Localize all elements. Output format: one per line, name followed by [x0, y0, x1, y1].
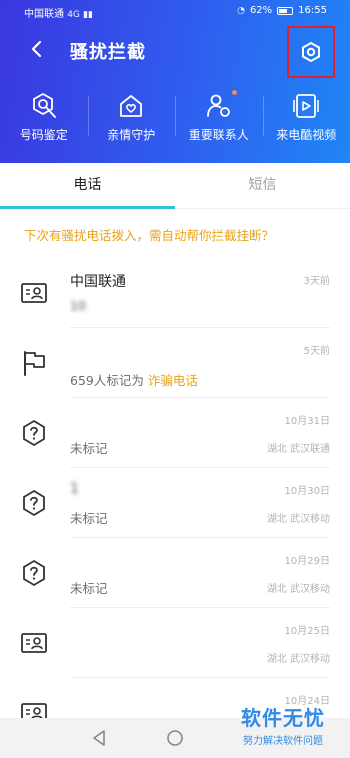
call-row[interactable]: 659人标记为 诈骗电话 5天前 — [0, 328, 350, 398]
tab-calls[interactable]: 电话 — [0, 163, 175, 209]
feature-family-guard[interactable]: 亲情守护 — [87, 88, 176, 150]
call-status: 未标记 — [70, 581, 108, 596]
watermark-subtitle: 努力解决软件问题 — [243, 736, 323, 747]
flag-icon — [24, 351, 45, 376]
battery-icon — [277, 6, 294, 15]
tab-sms[interactable]: 短信 — [175, 163, 350, 209]
feature-number-check[interactable]: 号码鉴定 — [0, 88, 88, 150]
call-row[interactable]: 10月25日 湖北 武汉移动 — [0, 608, 350, 678]
nav-back-icon[interactable] — [90, 728, 110, 748]
feature-label: 亲情守护 — [107, 128, 156, 142]
feature-call-video[interactable]: 来电酷视频 — [262, 88, 350, 150]
feature-label: 来电酷视频 — [276, 128, 337, 142]
number-check-icon — [32, 92, 56, 118]
call-time: 3天前 — [303, 276, 330, 287]
feature-important-contact[interactable]: 重要联系人 — [175, 88, 263, 150]
call-row[interactable]: 中国联通 10 3天前 — [0, 258, 350, 328]
contact-card-icon — [21, 633, 47, 653]
unknown-hexagon-icon — [23, 559, 45, 587]
call-location: 湖北 武汉联通 — [266, 444, 330, 455]
settings-hexagon-icon — [302, 41, 320, 63]
call-row[interactable]: 1 未标记 10月30日 湖北 武汉移动 — [0, 468, 350, 538]
feature-label: 重要联系人 — [188, 128, 249, 142]
mark-count: 659人标记为 — [70, 373, 144, 388]
notification-dot — [231, 90, 237, 95]
call-list: 中国联通 10 3天前 659人标记为 诈骗电话 5天前 未标记 10月31日 … — [0, 258, 350, 748]
call-mark-info: 659人标记为 诈骗电话 — [70, 370, 198, 389]
call-time: 10月29日 — [284, 556, 330, 567]
nav-home-icon[interactable] — [165, 728, 185, 748]
feature-bar: 号码鉴定 亲情守护 重要联系人 来电酷视频 — [0, 88, 350, 150]
watermark-title: 软件无忧 — [241, 706, 325, 730]
settings-button[interactable] — [287, 26, 335, 78]
call-location: 湖北 武汉移动 — [266, 514, 330, 525]
active-tab-indicator — [0, 206, 175, 209]
signal-icon: ▮▮ — [83, 10, 93, 20]
call-status: 未标记 — [70, 441, 108, 456]
header: 中国联通 4G ▮▮ ◔ 62% 16:55 骚扰拦截 号码鉴定 亲情守护 重要… — [0, 0, 350, 163]
status-right: ◔ 62% 16:55 — [237, 5, 327, 16]
call-time: 10月31日 — [284, 416, 330, 427]
status-bar: 中国联通 4G ▮▮ ◔ 62% 16:55 — [0, 0, 350, 24]
call-number: 1 — [70, 481, 79, 497]
fraud-tag: 诈骗电话 — [147, 373, 198, 388]
carrier-name: 中国联通 — [24, 9, 64, 20]
network-type: 4G — [67, 10, 80, 20]
back-button[interactable] — [24, 36, 50, 62]
tab-bar: 电话 短信 — [0, 163, 350, 209]
unknown-hexagon-icon — [23, 489, 45, 517]
status-left: 中国联通 4G ▮▮ — [24, 5, 93, 20]
battery-percent: 62% — [249, 5, 273, 16]
call-row[interactable]: 未标记 10月31日 湖北 武汉联通 — [0, 398, 350, 468]
page-title: 骚扰拦截 — [70, 42, 146, 63]
important-contact-icon — [206, 94, 230, 117]
call-time: 10月25日 — [284, 626, 330, 637]
call-time: 10月30日 — [284, 486, 330, 497]
unknown-hexagon-icon — [23, 419, 45, 447]
call-location: 湖北 武汉移动 — [266, 654, 330, 665]
family-guard-icon — [120, 95, 143, 117]
call-title: 中国联通 — [70, 274, 126, 290]
feature-label: 号码鉴定 — [19, 128, 68, 142]
call-location: 湖北 武汉移动 — [266, 584, 330, 595]
call-status: 未标记 — [70, 511, 108, 526]
auto-block-notice[interactable]: 下次有骚扰电话拨入，需自动帮你拦截挂断？ — [24, 225, 274, 244]
status-time: 16:55 — [298, 5, 327, 16]
call-number: 10 — [70, 298, 86, 313]
watermark: 软件无忧 努力解决软件问题 — [228, 702, 338, 747]
contact-card-icon — [21, 283, 47, 303]
call-video-icon — [293, 94, 320, 118]
call-row[interactable]: 未标记 10月29日 湖北 武汉移动 — [0, 538, 350, 608]
back-arrow-icon — [31, 40, 42, 58]
alarm-icon: ◔ — [237, 5, 245, 16]
call-time: 5天前 — [303, 346, 330, 357]
